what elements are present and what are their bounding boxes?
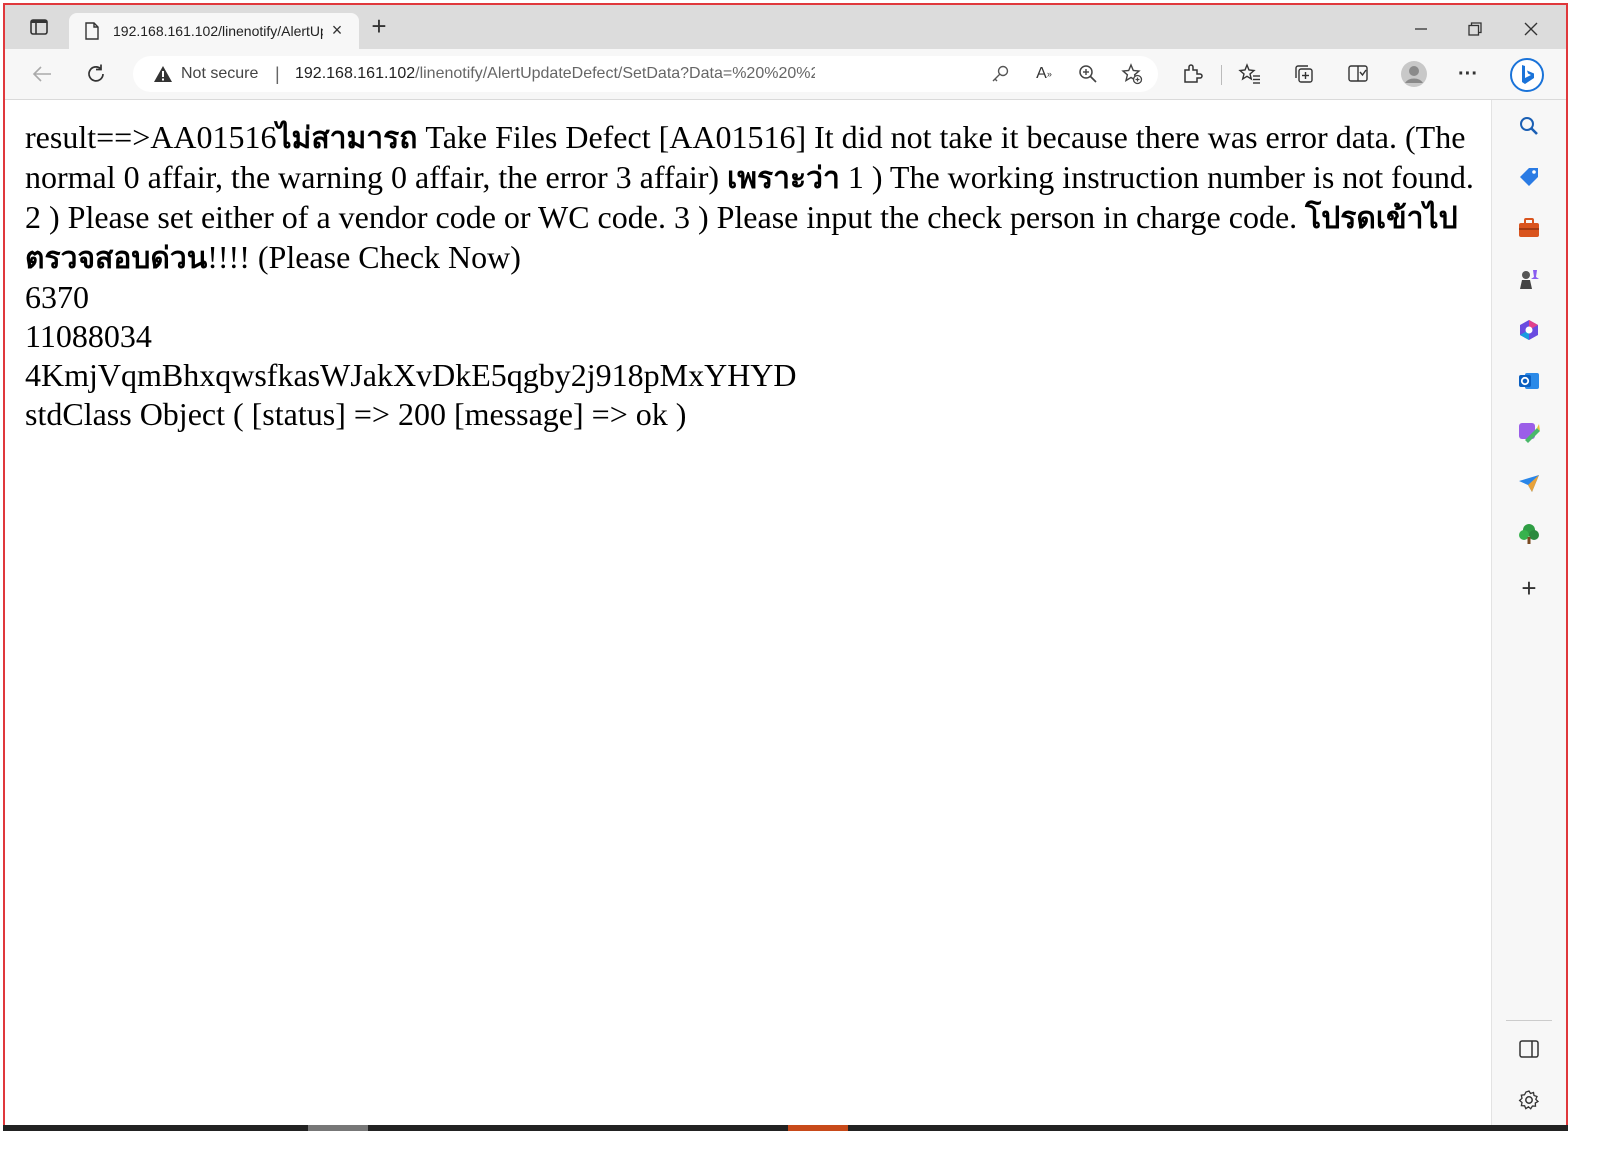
collections-icon[interactable] (1291, 61, 1317, 87)
tab-title: 192.168.161.102/linenotify/AlertUpdateDe… (113, 23, 323, 39)
back-arrow-icon[interactable] (29, 61, 55, 87)
games-icon[interactable] (1514, 264, 1544, 294)
taskbar-strip (3, 1125, 1568, 1131)
taskbar-indicator (308, 1125, 368, 1131)
warning-icon[interactable] (153, 65, 173, 88)
tab-bar: 192.168.161.102/linenotify/AlertUpdateDe… (5, 5, 1566, 49)
url-host: 192.168.161.102 (295, 65, 416, 82)
new-tab-button[interactable]: + (367, 13, 391, 39)
taskbar-indicator-active (788, 1125, 848, 1131)
tree-icon[interactable] (1514, 519, 1544, 549)
browser-essentials-icon[interactable] (1345, 61, 1371, 87)
add-icon[interactable]: + (1514, 573, 1544, 603)
settings-icon[interactable] (1514, 1085, 1544, 1115)
url-path: /linenotify/AlertUpdateDefect/SetData?Da… (415, 65, 815, 82)
edge-sidebar: + (1491, 100, 1566, 1127)
address-separator: | (275, 64, 280, 84)
toolbar-divider (1221, 65, 1222, 85)
thai-text-1: ไม่สามารถ (276, 121, 418, 156)
zoom-icon[interactable] (1075, 61, 1101, 87)
read-aloud-icon[interactable]: A» (1031, 61, 1057, 87)
add-favorite-icon[interactable] (1119, 61, 1145, 87)
more-icon[interactable]: ··· (1455, 61, 1481, 87)
background-edge (1568, 0, 1618, 1168)
tab-actions-icon[interactable] (27, 15, 51, 39)
result-text-4: !!!! (Please Check Now) (207, 239, 521, 275)
outlook-icon[interactable] (1514, 366, 1544, 396)
profile-icon[interactable] (1399, 59, 1429, 89)
extensions-icon[interactable] (1179, 61, 1205, 87)
tools-icon[interactable] (1514, 213, 1544, 243)
line-code: 6370 (25, 279, 89, 315)
sidebar-toggle-icon[interactable] (1514, 1034, 1544, 1064)
not-secure-label[interactable]: Not secure (181, 65, 258, 83)
active-tab[interactable]: 192.168.161.102/linenotify/AlertUpdateDe… (69, 13, 359, 49)
toolbar: Not secure | 192.168.161.102/linenotify/… (5, 49, 1566, 100)
result-text-1: result==>AA01516 (25, 119, 277, 155)
sidebar-divider (1506, 1020, 1552, 1021)
line-response: stdClass Object ( [status] => 200 [messa… (25, 396, 687, 432)
restore-icon[interactable] (1463, 17, 1487, 41)
microsoft365-icon[interactable] (1514, 315, 1544, 345)
bing-icon[interactable] (1509, 57, 1545, 93)
search-icon[interactable] (1514, 111, 1544, 141)
address-bar[interactable]: Not secure | 192.168.161.102/linenotify/… (133, 56, 1158, 92)
page-text: result==>AA01516ไม่สามารถ Take Files Def… (25, 118, 1475, 434)
minimize-icon[interactable] (1409, 17, 1433, 41)
thai-text-2: เพราะว่า (727, 161, 840, 196)
refresh-icon[interactable] (83, 61, 109, 87)
line-token: 4KmjVqmBhxqwsfkasWJakXvDkE5qgby2j918pMxY… (25, 357, 797, 393)
url-text[interactable]: 192.168.161.102/linenotify/AlertUpdateDe… (295, 65, 815, 83)
favorites-icon[interactable] (1237, 61, 1263, 87)
drop-icon[interactable] (1514, 468, 1544, 498)
designer-icon[interactable] (1514, 417, 1544, 447)
page-icon (85, 22, 99, 45)
line-number: 11088034 (25, 318, 152, 354)
page-content: result==>AA01516ไม่สามารถ Take Files Def… (5, 100, 1490, 1127)
close-window-icon[interactable] (1519, 17, 1543, 41)
shopping-icon[interactable] (1514, 162, 1544, 192)
key-icon[interactable] (987, 61, 1013, 87)
browser-window: 192.168.161.102/linenotify/AlertUpdateDe… (3, 3, 1568, 1129)
close-tab-icon[interactable]: × (327, 20, 347, 40)
